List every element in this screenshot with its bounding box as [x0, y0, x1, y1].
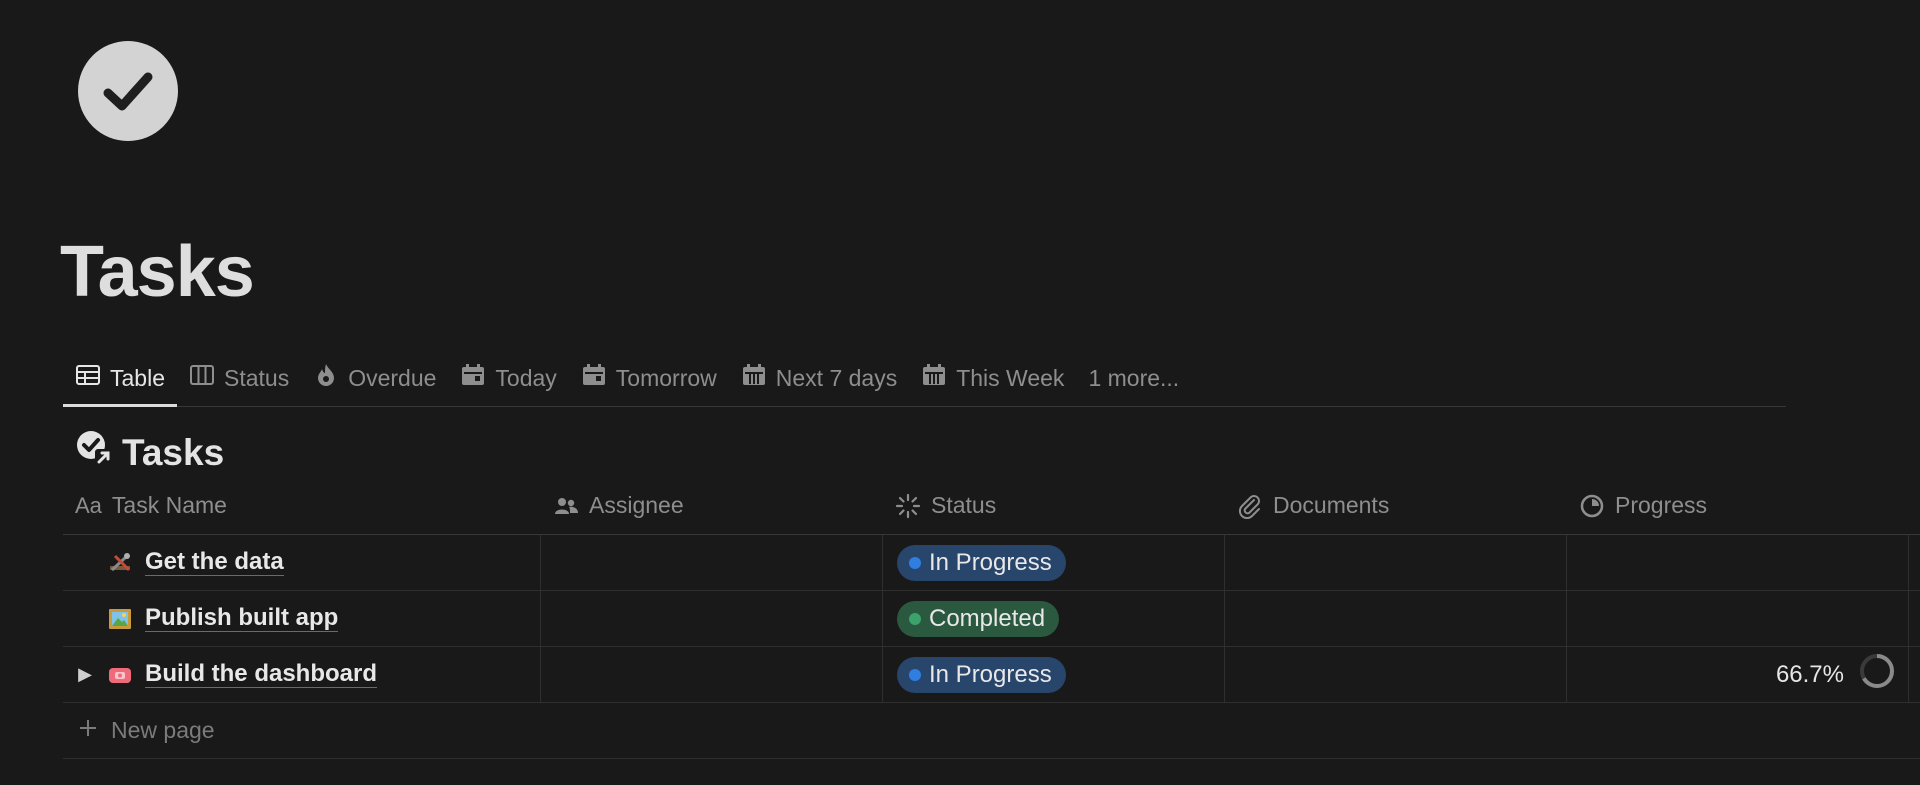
text-type-icon: Aa: [75, 492, 102, 518]
tab-today[interactable]: Today: [448, 350, 568, 406]
column-label: Status: [931, 492, 997, 518]
tab-label: 1 more...: [1088, 364, 1180, 391]
status-cell[interactable]: In Progress: [883, 647, 1225, 702]
paperclip-icon: [1237, 493, 1263, 519]
tab-label: Overdue: [348, 364, 437, 391]
new-page-label: New page: [111, 717, 215, 743]
page-title[interactable]: Tasks: [60, 228, 255, 316]
tab-label: Today: [495, 364, 557, 391]
progress-cell: [1567, 591, 1909, 646]
column-header-task-name[interactable]: Aa Task Name: [63, 477, 541, 534]
task-name-cell[interactable]: Publish built app: [63, 591, 541, 646]
checkmark-circle-icon[interactable]: [78, 41, 178, 141]
column-label: Assignee: [589, 492, 684, 518]
status-spinner-icon: [895, 493, 921, 519]
calendar-grid-icon: [921, 362, 947, 394]
progress-value: 66.7%: [1775, 660, 1844, 688]
task-name-cell[interactable]: ▶ Build the dashboard: [63, 647, 541, 702]
database-title-text: Tasks: [122, 431, 225, 473]
task-title[interactable]: Build the dashboard: [145, 661, 378, 688]
task-title[interactable]: Get the data: [145, 549, 284, 576]
tab-this-week[interactable]: This Week: [909, 350, 1076, 406]
database-title[interactable]: Tasks: [74, 428, 224, 477]
framed-picture-icon: [107, 606, 133, 632]
table-row[interactable]: ▶ Build the dashboard In Progress 66.7%: [63, 647, 1920, 703]
status-cell[interactable]: In Progress: [883, 535, 1225, 590]
calendar-grid-icon: [741, 362, 767, 394]
column-label: Progress: [1615, 492, 1708, 518]
plus-icon: [77, 717, 99, 745]
tab-label: This Week: [956, 364, 1065, 391]
view-tabs: Table Status Overdue Today Tomorrow Next…: [63, 350, 1786, 407]
checkmark-circle-link-icon: [74, 428, 114, 477]
telephone-icon: [107, 662, 133, 688]
status-cell[interactable]: Completed: [883, 591, 1225, 646]
tab-label: Table: [110, 364, 165, 391]
tab-next-7-days[interactable]: Next 7 days: [729, 350, 909, 406]
tab-overdue[interactable]: Overdue: [301, 350, 448, 406]
calendar-icon: [581, 362, 607, 394]
column-header-status[interactable]: Status: [883, 477, 1225, 534]
tab-label: Next 7 days: [775, 364, 898, 391]
tasks-table: Aa Task Name Assignee Status Documents P…: [63, 477, 1920, 759]
people-icon: [553, 493, 579, 519]
fire-icon: [313, 362, 339, 394]
tab-status[interactable]: Status: [177, 350, 301, 406]
assignee-cell[interactable]: [541, 535, 883, 590]
tools-icon: [107, 550, 133, 576]
status-label: Completed: [929, 604, 1046, 632]
status-badge: In Progress: [897, 656, 1066, 693]
table-icon: [75, 362, 101, 394]
new-page-button[interactable]: New page: [63, 703, 1920, 759]
column-header-documents[interactable]: Documents: [1225, 477, 1567, 534]
progress-cell: 66.7%: [1567, 647, 1909, 702]
tab-label: Status: [223, 364, 290, 391]
table-row[interactable]: Publish built app Completed: [63, 591, 1920, 647]
status-dot: [909, 668, 921, 681]
status-label: In Progress: [929, 548, 1052, 576]
assignee-cell[interactable]: [541, 647, 883, 702]
progress-pie-icon: [1579, 493, 1605, 519]
column-label: Documents: [1273, 492, 1390, 518]
progress-ring-icon: [1858, 652, 1896, 697]
task-name-cell[interactable]: Get the data: [63, 535, 541, 590]
board-icon: [189, 362, 215, 394]
more-views-button[interactable]: 1 more...: [1076, 350, 1191, 406]
documents-cell[interactable]: [1225, 647, 1567, 702]
expand-toggle-icon[interactable]: ▶: [75, 664, 95, 685]
tab-table[interactable]: Table: [63, 350, 177, 407]
tab-label: Tomorrow: [615, 364, 717, 391]
status-badge: Completed: [897, 600, 1060, 637]
documents-cell[interactable]: [1225, 535, 1567, 590]
table-row[interactable]: Get the data In Progress: [63, 535, 1920, 591]
documents-cell[interactable]: [1225, 591, 1567, 646]
column-header-assignee[interactable]: Assignee: [541, 477, 883, 534]
tab-tomorrow[interactable]: Tomorrow: [569, 350, 729, 406]
table-header: Aa Task Name Assignee Status Documents P…: [63, 477, 1920, 535]
column-header-progress[interactable]: Progress: [1567, 477, 1909, 534]
calendar-icon: [460, 362, 486, 394]
task-title[interactable]: Publish built app: [145, 605, 339, 632]
assignee-cell[interactable]: [541, 591, 883, 646]
status-dot: [909, 612, 921, 625]
column-label: Task Name: [111, 492, 227, 518]
status-label: In Progress: [929, 660, 1052, 688]
progress-cell: [1567, 535, 1909, 590]
status-dot: [909, 556, 921, 569]
status-badge: In Progress: [897, 544, 1066, 581]
